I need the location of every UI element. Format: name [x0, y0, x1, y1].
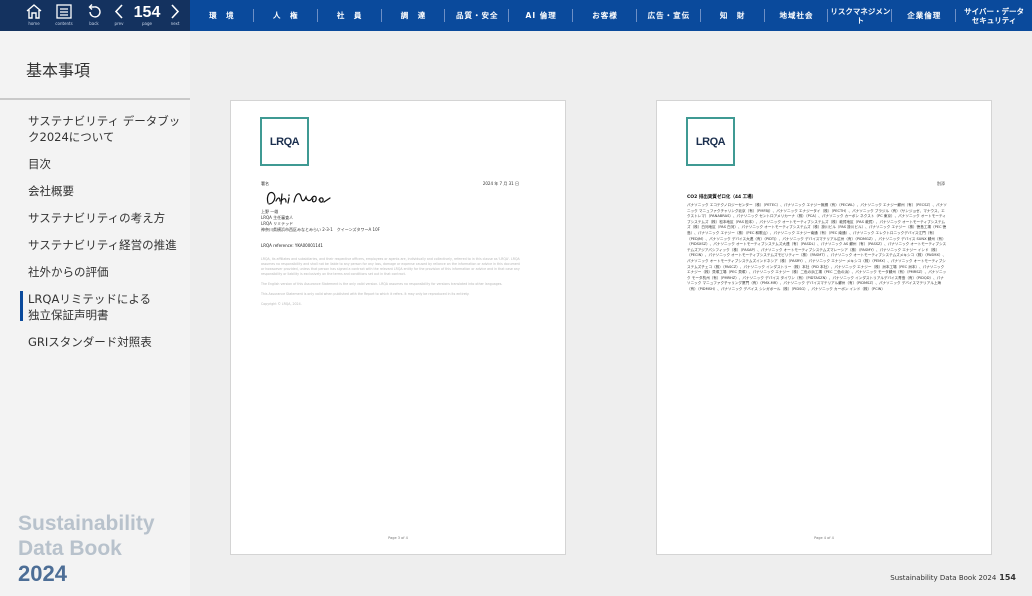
nav-item-corporate-ethics[interactable]: 企業倫理	[892, 0, 956, 31]
divider	[0, 98, 190, 100]
brand-logo: Sustainability Data Book 2024	[18, 511, 155, 586]
page-indicator[interactable]: 154 page	[132, 0, 162, 31]
prev-page-button[interactable]: prev	[112, 0, 126, 31]
statement-date: 2024 年 7 月 31 日	[482, 181, 519, 186]
sign-label: 署名	[261, 181, 269, 186]
brand-line-1: Sustainability	[18, 512, 155, 535]
chevron-left-icon	[114, 4, 123, 19]
legal-disclaimer: LRQA, its affiliates and subsidiaries, a…	[261, 257, 523, 312]
back-label: back	[89, 21, 99, 26]
back-icon	[88, 4, 101, 18]
nav-item-ip[interactable]: 知 財	[701, 0, 765, 31]
sidebar-item-about-databook[interactable]: サステナビリティ データブック2024について	[28, 113, 188, 145]
category-nav: 環 境 人 権 社 員 調 達 品質・安全 AI 倫理 お客様 広告・宣伝 知 …	[190, 0, 1032, 31]
sidebar-item-company-overview[interactable]: 会社概要	[28, 183, 188, 199]
top-navigation-bar: home contents back prev 154 page next 環 …	[0, 0, 1032, 31]
next-page-button[interactable]: next	[168, 0, 182, 31]
sidebar-item-assurance-statement[interactable]: LRQAリミテッドによる独立保証声明書	[20, 291, 158, 323]
disclaimer-paragraph: LRQA, its affiliates and subsidiaries, a…	[261, 257, 520, 276]
document-viewer: LRQA 署名 2024 年 7 月 31 日 上野 一雄 LRQA 主任審査人…	[190, 31, 1032, 596]
footer: Sustainability Data Book 2024 154	[890, 573, 1016, 582]
nav-item-advertising[interactable]: 広告・宣伝	[637, 0, 701, 31]
sidebar-item-toc[interactable]: 目次	[28, 156, 188, 172]
annex-label: 別添	[937, 181, 945, 186]
next-label: next	[170, 21, 180, 26]
lrqa-logo: LRQA	[260, 117, 309, 166]
sidebar-item-sustainability-approach[interactable]: サステナビリティの考え方	[28, 210, 188, 226]
sidebar: 基本事項 サステナビリティ データブック2024について 目次 会社概要 サステ…	[0, 31, 190, 596]
copyright-note: Copyright © LRQA, 2024.	[261, 302, 302, 306]
sidebar-item-external-evaluation[interactable]: 社外からの評価	[28, 264, 188, 280]
back-button[interactable]: back	[82, 0, 106, 31]
signature-image	[266, 191, 331, 205]
nav-item-community[interactable]: 地域社会	[765, 0, 829, 31]
nav-item-risk-management[interactable]: リスクマネジメント	[828, 0, 893, 31]
prev-label: prev	[114, 21, 124, 26]
nav-item-procurement[interactable]: 調 達	[382, 0, 446, 31]
sidebar-menu: サステナビリティ データブック2024について 目次 会社概要 サステナビリティ…	[20, 113, 188, 361]
document-page-left: LRQA 署名 2024 年 7 月 31 日 上野 一雄 LRQA 主任審査人…	[230, 100, 566, 555]
footer-page-number: 154	[999, 573, 1016, 582]
sidebar-item-gri-index[interactable]: GRIスタンダード対照表	[28, 334, 188, 350]
nav-item-cyber-security[interactable]: サイバー・データセキュリティ	[956, 0, 1032, 31]
nav-item-employees[interactable]: 社 員	[318, 0, 382, 31]
contents-label: contents	[55, 21, 73, 26]
nav-item-quality-safety[interactable]: 品質・安全	[445, 0, 510, 31]
signer-address: 神奈川県横浜市西区みなとみらい 2-3-1 クイーンズタワーA 10F	[261, 227, 380, 232]
current-page-number: 154	[133, 4, 161, 21]
home-button[interactable]: home	[22, 0, 46, 31]
language-note: The English version of this Assurance St…	[261, 282, 503, 286]
contents-icon	[56, 4, 72, 19]
page-footer: Page 4 of 4	[814, 536, 834, 540]
brand-year: 2024	[18, 561, 67, 586]
nav-item-human-rights[interactable]: 人 権	[254, 0, 318, 31]
nav-item-customers[interactable]: お客様	[573, 0, 637, 31]
lrqa-logo: LRQA	[686, 117, 735, 166]
page-label: page	[142, 21, 152, 26]
page-footer: Page 3 of 4	[388, 536, 408, 540]
annex-body: パナソニック エコテクノロジーセンター（株）（PETEC）、パナソニック エナジ…	[687, 203, 947, 291]
document-page-right: LRQA 別添 CO2 排出実質ゼロ化（44 工場） パナソニック エコテクノロ…	[656, 100, 992, 555]
home-label: home	[28, 21, 40, 26]
section-title: 基本事項	[26, 61, 91, 80]
annex-heading: CO2 排出実質ゼロ化（44 工場）	[687, 195, 757, 200]
footer-title: Sustainability Data Book 2024	[890, 574, 997, 582]
nav-item-ai-ethics[interactable]: AI 倫理	[509, 0, 573, 31]
home-icon	[26, 4, 42, 19]
reproduction-note: This Assurance Statement is only valid w…	[261, 292, 470, 296]
lrqa-reference: LRQA reference: YKA00001141	[261, 243, 323, 248]
signer-block: 上野 一雄 LRQA 主任審査人 LRQA リミテッド 神奈川県横浜市西区みなと…	[261, 209, 461, 233]
brand-line-2: Data Book	[18, 537, 122, 560]
chevron-right-icon	[171, 4, 180, 19]
sidebar-item-sustainability-management[interactable]: サステナビリティ経営の推進	[28, 237, 188, 253]
contents-button[interactable]: contents	[52, 0, 76, 31]
nav-item-environment[interactable]: 環 境	[190, 0, 254, 31]
toolbar: home contents back prev 154 page next	[0, 0, 190, 31]
